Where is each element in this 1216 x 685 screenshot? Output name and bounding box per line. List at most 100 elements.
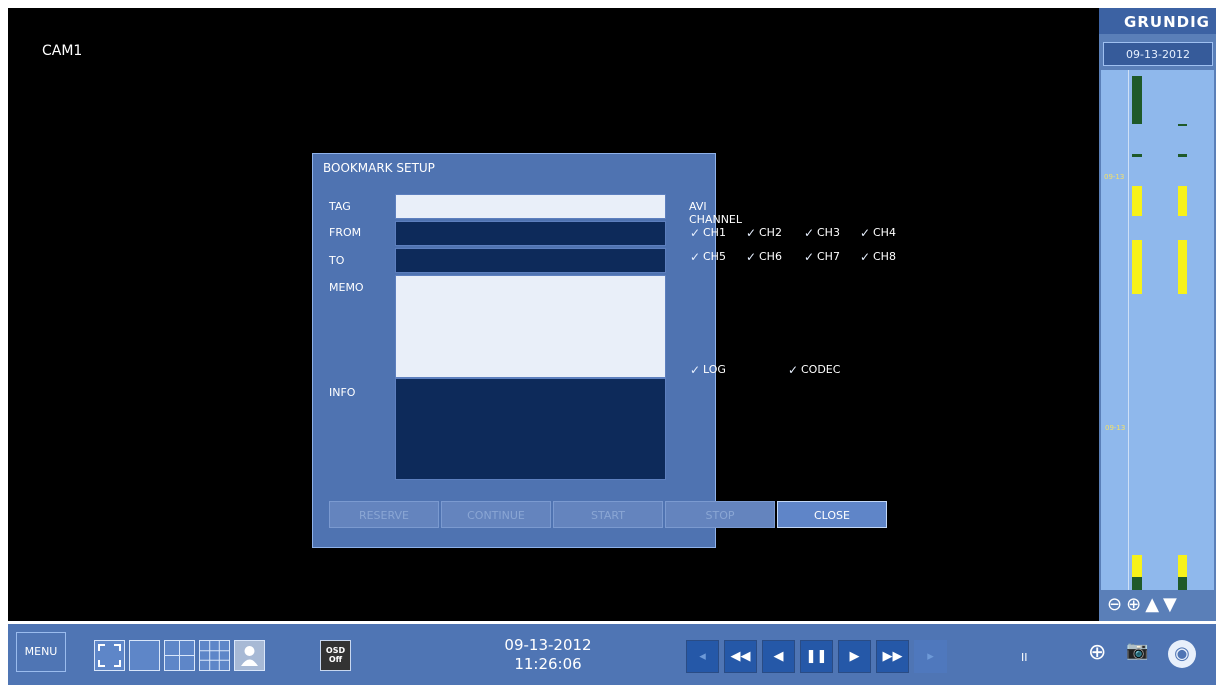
tag-label: TAG xyxy=(329,200,351,213)
disc-icon[interactable]: ◉ xyxy=(1168,640,1196,668)
playback-date: 09-13-2012 xyxy=(504,636,592,654)
pause-indicator: II xyxy=(1021,651,1028,664)
channel-checkbox-ch2[interactable]: ✓ CH2 xyxy=(745,226,782,239)
zoom-out-icon[interactable]: ⊖ xyxy=(1107,596,1122,614)
bottom-toolbar: MENU OSD Off 09-13-2012 11:26:06 ◂ ◀◀ ◀ … xyxy=(8,624,1216,685)
channel-checkbox-ch3[interactable]: ✓ CH3 xyxy=(803,226,840,239)
from-field[interactable] xyxy=(395,221,666,246)
menu-button[interactable]: MENU xyxy=(16,632,66,672)
close-button[interactable]: CLOSE xyxy=(777,501,887,528)
memo-label: MEMO xyxy=(329,281,364,294)
avi-channel-label: AVI CHANNEL xyxy=(689,200,743,226)
layout-1-button[interactable] xyxy=(129,640,160,671)
dialog-button-row: RESERVE CONTINUE START STOP CLOSE xyxy=(329,501,887,528)
step-back-button[interactable]: ◀ xyxy=(762,640,795,673)
channel-checkbox-ch1[interactable]: ✓ CH1 xyxy=(689,226,726,239)
dialog-title: BOOKMARK SETUP xyxy=(323,161,435,175)
grid-4-icon xyxy=(165,641,194,670)
capture-icon[interactable]: 📷 xyxy=(1126,640,1148,661)
to-field[interactable] xyxy=(395,248,666,273)
fullscreen-icon xyxy=(98,644,121,667)
memo-input[interactable] xyxy=(395,275,666,378)
channel-label: CH3 xyxy=(817,226,840,239)
start-button[interactable]: START xyxy=(553,501,663,528)
tag-input[interactable] xyxy=(395,194,666,219)
reserve-button[interactable]: RESERVE xyxy=(329,501,439,528)
camera-label: CAM1 xyxy=(42,43,83,59)
timeline-bar xyxy=(1132,76,1142,124)
rewind-button[interactable]: ◀◀ xyxy=(724,640,757,673)
checkmark-icon: ✓ xyxy=(859,249,871,264)
timeline-bar xyxy=(1132,240,1142,294)
osd-toggle-button[interactable]: OSD Off xyxy=(320,640,351,671)
single-user-button[interactable] xyxy=(234,640,265,671)
stop-button[interactable]: STOP xyxy=(665,501,775,528)
timeline-bar xyxy=(1132,555,1142,577)
timeline-bar xyxy=(1178,124,1187,126)
channel-label: CH8 xyxy=(873,250,896,263)
fast-forward-button[interactable]: ▶▶ xyxy=(876,640,909,673)
to-label: TO xyxy=(329,254,345,267)
playback-datetime: 09-13-2012 11:26:06 xyxy=(468,636,628,674)
playback-time: 11:26:06 xyxy=(514,655,582,673)
timeline-bar xyxy=(1178,577,1187,590)
timeline-bar xyxy=(1178,186,1187,216)
prev-frame-button[interactable]: ◂ xyxy=(686,640,719,673)
channel-checkbox-ch6[interactable]: ✓ CH6 xyxy=(745,250,782,263)
layout-4-button[interactable] xyxy=(164,640,195,671)
channel-label: CH4 xyxy=(873,226,896,239)
grid-9-icon xyxy=(200,641,229,670)
zoom-icon[interactable]: ⊕ xyxy=(1088,640,1106,665)
info-label: INFO xyxy=(329,386,356,399)
next-frame-button[interactable]: ▸ xyxy=(914,640,947,673)
checkmark-icon: ✓ xyxy=(689,225,701,240)
timeline-bar xyxy=(1132,154,1142,157)
codec-checkbox[interactable]: ✓ CODEC xyxy=(787,363,840,376)
channel-label: CH1 xyxy=(703,226,726,239)
timeline-cursor xyxy=(1128,70,1129,590)
checkmark-icon: ✓ xyxy=(787,362,799,377)
from-label: FROM xyxy=(329,226,362,239)
timeline-bar xyxy=(1178,240,1187,294)
info-field xyxy=(395,378,666,480)
channel-label: CH2 xyxy=(759,226,782,239)
checkmark-icon: ✓ xyxy=(689,249,701,264)
bookmark-setup-dialog: BOOKMARK SETUP TAG FROM TO MEMO INFO AVI… xyxy=(312,153,896,548)
osd-label-bottom: Off xyxy=(328,655,343,664)
timeline-marker: 09-13 xyxy=(1104,173,1125,181)
scroll-up-icon[interactable]: ▲ xyxy=(1145,596,1159,614)
play-button[interactable]: ▶ xyxy=(838,640,871,673)
channel-label: CH6 xyxy=(759,250,782,263)
channel-label: CH7 xyxy=(817,250,840,263)
timeline-area[interactable] xyxy=(1101,70,1214,590)
fullscreen-button[interactable] xyxy=(94,640,125,671)
checkmark-icon: ✓ xyxy=(745,249,757,264)
timeline-bar xyxy=(1132,577,1142,590)
brand-logo: GRUNDIG xyxy=(1099,8,1216,34)
layout-9-button[interactable] xyxy=(199,640,230,671)
checkmark-icon: ✓ xyxy=(745,225,757,240)
zoom-in-icon[interactable]: ⊕ xyxy=(1126,596,1141,614)
timeline-bar xyxy=(1178,154,1187,157)
log-label: LOG xyxy=(703,363,726,376)
channel-checkbox-ch5[interactable]: ✓ CH5 xyxy=(689,250,726,263)
channel-checkbox-ch4[interactable]: ✓ CH4 xyxy=(859,226,896,239)
timeline-controls: ⊖ ⊕ ▲ ▼ xyxy=(1101,592,1214,618)
channel-label: CH5 xyxy=(703,250,726,263)
person-icon xyxy=(241,646,258,666)
channel-checkbox-ch8[interactable]: ✓ CH8 xyxy=(859,250,896,263)
timeline-date[interactable]: 09-13-2012 xyxy=(1103,42,1213,66)
osd-label-top: OSD xyxy=(325,646,346,655)
codec-label: CODEC xyxy=(801,363,841,376)
checkmark-icon: ✓ xyxy=(803,249,815,264)
checkmark-icon: ✓ xyxy=(859,225,871,240)
channel-checkbox-ch7[interactable]: ✓ CH7 xyxy=(803,250,840,263)
continue-button[interactable]: CONTINUE xyxy=(441,501,551,528)
pause-button[interactable]: ❚❚ xyxy=(800,640,833,673)
scroll-down-icon[interactable]: ▼ xyxy=(1163,596,1177,614)
checkmark-icon: ✓ xyxy=(803,225,815,240)
checkmark-icon: ✓ xyxy=(689,362,701,377)
timeline-bar xyxy=(1178,555,1187,577)
timeline-bar xyxy=(1132,186,1142,216)
log-checkbox[interactable]: ✓ LOG xyxy=(689,363,726,376)
